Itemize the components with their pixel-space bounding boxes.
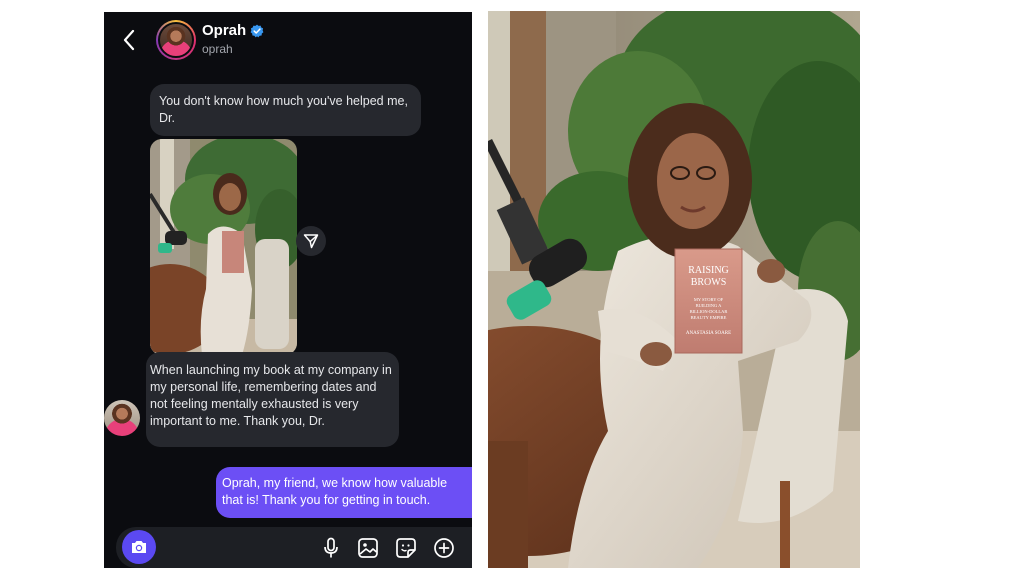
book-subtitle-line4: BEAUTY EMPIRE	[691, 315, 727, 320]
back-button[interactable]	[118, 26, 140, 54]
book-author: ANASTASIA SOARE	[686, 331, 731, 336]
share-button[interactable]	[296, 226, 326, 256]
contact-avatar[interactable]	[156, 20, 196, 60]
book-subtitle-line2: BUILDING A	[696, 303, 723, 308]
chat-header: Oprah oprah	[104, 12, 472, 68]
more-button[interactable]	[432, 536, 456, 560]
camera-button[interactable]	[122, 530, 156, 564]
incoming-message[interactable]: You don't know how much you've helped me…	[150, 84, 421, 136]
book-title-line1: RAISING	[688, 265, 729, 276]
chat-panel: Oprah oprah You don't know how much you'…	[104, 12, 472, 568]
portrait-photo: RAISING BROWS MY STORY OF BUILDING A BIL…	[488, 11, 860, 568]
send-icon	[303, 234, 319, 249]
message-composer[interactable]	[116, 527, 472, 568]
plus-circle-icon	[434, 538, 454, 558]
microphone-button[interactable]	[319, 536, 343, 560]
sticker-button[interactable]	[394, 536, 418, 560]
book-subtitle-line1: MY STORY OF	[694, 297, 724, 302]
sender-avatar[interactable]	[104, 400, 140, 436]
chevron-left-icon	[123, 29, 135, 51]
incoming-message[interactable]: When launching my book at my company in …	[146, 352, 399, 447]
portrait-photo-image: RAISING BROWS MY STORY OF BUILDING A BIL…	[488, 11, 860, 568]
photo-message[interactable]	[150, 139, 297, 355]
verified-badge-icon	[250, 24, 264, 38]
sticker-icon	[396, 538, 416, 558]
photo-message-image	[150, 139, 297, 355]
contact-handle: oprah	[202, 42, 233, 56]
contact-name[interactable]: Oprah	[202, 22, 246, 39]
book-title-line2: BROWS	[691, 277, 727, 288]
outgoing-message[interactable]: Oprah, my friend, we know how valuable t…	[216, 467, 472, 518]
book-subtitle-line3: BILLION-DOLLAR	[690, 309, 728, 314]
gallery-button[interactable]	[356, 536, 380, 560]
image-icon	[358, 538, 378, 558]
microphone-icon	[324, 537, 338, 558]
camera-icon	[132, 541, 146, 553]
